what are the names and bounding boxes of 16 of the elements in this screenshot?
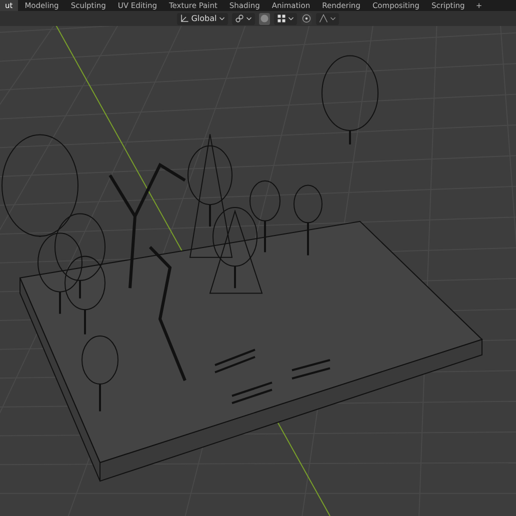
caret-icon [288,16,294,22]
proportional-editing-button[interactable] [300,12,312,24]
caret-icon [246,16,252,22]
grid-dots-icon [276,14,286,23]
snap-dropdown[interactable] [274,12,297,24]
link-icon [234,14,244,23]
axes-icon [180,14,190,23]
dot-icon [302,14,311,23]
caret-icon [218,16,225,22]
caret-icon [330,16,336,22]
orientation-label: Global [191,14,217,23]
transform-orientation-dropdown[interactable]: Global [177,12,228,24]
pivot-dropdown[interactable] [232,12,255,24]
falloff-dropdown[interactable] [316,12,339,24]
falloff-curve-icon [318,14,328,23]
snap-toggle-button[interactable] [258,12,270,24]
